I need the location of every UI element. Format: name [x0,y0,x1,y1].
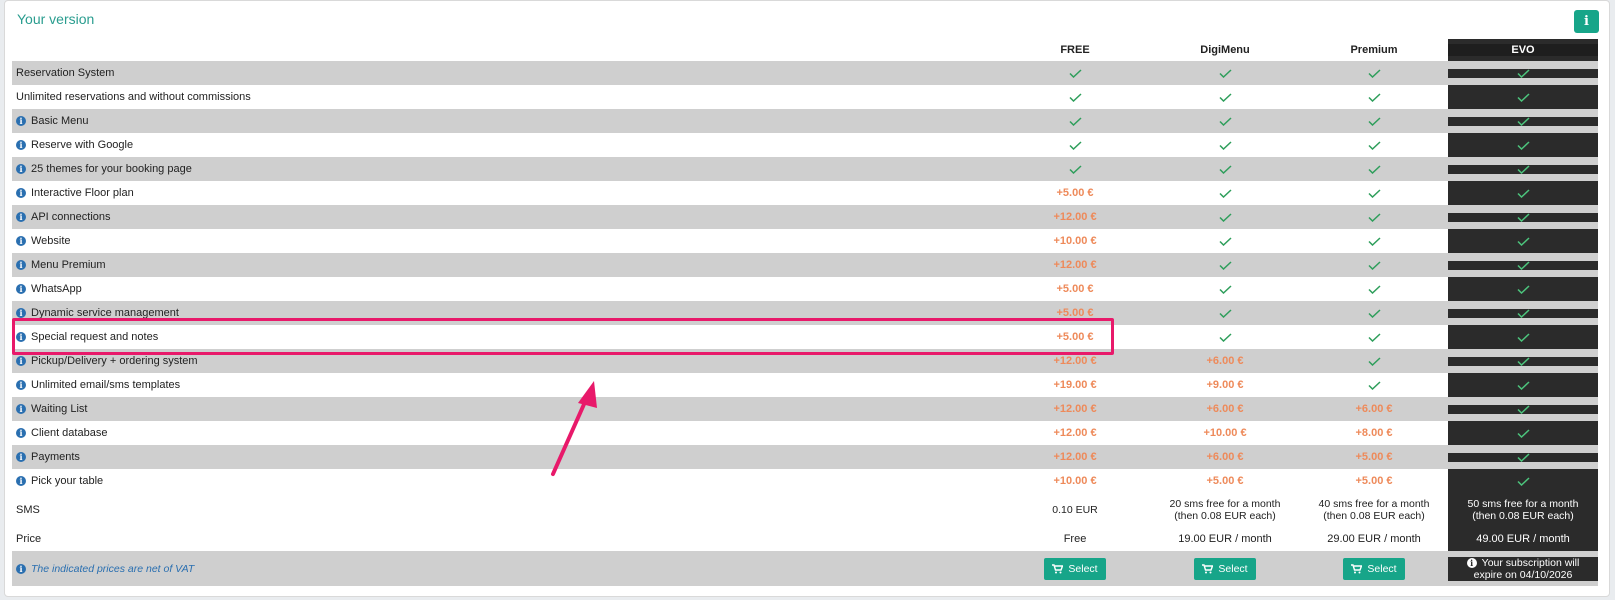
arrow-annotation [551,381,597,476]
